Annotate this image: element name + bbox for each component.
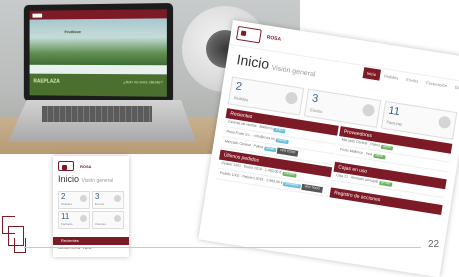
status-badge: activo bbox=[273, 127, 286, 134]
page-subtitle: Visión general bbox=[271, 64, 316, 79]
dashboard-header: ROSA bbox=[229, 20, 459, 83]
laptop-keyboard-base bbox=[8, 100, 196, 142]
section-header-recientes: Recientes bbox=[53, 237, 129, 245]
stats-grid: 2 Pedidos 3 Envíos 11 Facturas Clientes bbox=[58, 191, 124, 229]
stat-value: 2 bbox=[234, 80, 243, 94]
user-icon bbox=[114, 215, 121, 222]
stat-card-facturas[interactable]: 11 Facturas bbox=[58, 211, 90, 229]
stat-value: 11 bbox=[387, 104, 401, 119]
status-badge: en uso bbox=[378, 180, 393, 187]
stat-label: Pedidos bbox=[233, 95, 249, 103]
row-text: Fruits Mallorca · Inca bbox=[339, 147, 373, 157]
page-title: Inicio Visión general bbox=[58, 174, 113, 184]
status-badge: activo bbox=[263, 146, 277, 152]
status-badge: activo bbox=[372, 153, 386, 160]
nav-tab-pedidos[interactable]: Pedidos bbox=[379, 70, 403, 84]
brand-logo-icon bbox=[235, 25, 262, 44]
nav-logo bbox=[32, 13, 43, 18]
hero-title: Fruitlove bbox=[64, 29, 82, 35]
stat-value: 11 bbox=[61, 212, 70, 221]
footer-brand: RAEPLAZA bbox=[33, 78, 60, 85]
website-footer-band: RAEPLAZA ¿Aún no eres cliente? bbox=[29, 73, 167, 97]
status-badge: pendiente bbox=[283, 181, 301, 189]
stat-value: 2 bbox=[61, 192, 66, 201]
view-all-button[interactable]: VER TODO bbox=[276, 147, 299, 157]
invoice-icon bbox=[437, 115, 452, 130]
truck-icon bbox=[114, 195, 121, 202]
box-icon bbox=[80, 195, 87, 202]
website-preview: Fruitlove RAEPLAZA ¿Aún no eres cliente? bbox=[29, 9, 167, 97]
stat-label: Facturas bbox=[386, 119, 403, 127]
brand-logo-icon bbox=[58, 161, 74, 171]
truck-icon bbox=[361, 103, 376, 118]
footer-divider bbox=[24, 247, 421, 248]
keyboard-keys bbox=[42, 106, 152, 122]
dashboard-screenshot-large: ROSA Inicio Pedidos Envíos Facturación D… bbox=[198, 20, 459, 277]
nav-tab-envios[interactable]: Envíos bbox=[401, 73, 423, 87]
status-badge: activo bbox=[380, 144, 393, 151]
stat-label: Facturas bbox=[61, 222, 73, 226]
box-icon bbox=[284, 91, 299, 106]
stat-label: Clientes bbox=[95, 222, 106, 226]
stat-label: Envíos bbox=[95, 202, 105, 206]
page-subtitle: Visión general bbox=[81, 178, 114, 184]
status-badge: cliente bbox=[275, 137, 289, 144]
stat-label: Pedidos bbox=[61, 202, 72, 206]
stat-value: 3 bbox=[311, 92, 320, 106]
invoice-icon bbox=[80, 215, 87, 222]
website-hero: Fruitlove bbox=[29, 18, 167, 66]
stat-card-clientes[interactable]: Clientes bbox=[92, 211, 124, 229]
stat-value: 3 bbox=[95, 192, 100, 201]
status-badge: enviado bbox=[281, 171, 297, 178]
stat-card-envios[interactable]: 3 Envíos bbox=[92, 191, 124, 209]
brand-name: ROSA bbox=[80, 163, 92, 169]
page-title-text: Inicio bbox=[235, 51, 271, 73]
view-all-orders-button[interactable]: VER TODO bbox=[300, 183, 324, 193]
dashboard-screenshot-small: ROSA Inicio Visión general 2 Pedidos 3 Env… bbox=[53, 156, 129, 257]
nav-tab-inicio[interactable]: Inicio bbox=[362, 67, 381, 81]
nav-tab-datos[interactable]: Datos bbox=[450, 81, 459, 95]
page-title-text: Inicio bbox=[58, 174, 80, 184]
page-number: 22 bbox=[428, 239, 440, 250]
small-header: ROSA bbox=[58, 161, 92, 171]
corner-decoration bbox=[14, 238, 26, 253]
brand-name: ROSA bbox=[266, 34, 282, 43]
laptop-screen: Fruitlove RAEPLAZA ¿Aún no eres cliente? bbox=[23, 3, 174, 103]
footer-cta: ¿Aún no eres cliente? bbox=[123, 79, 163, 85]
stat-card-pedidos[interactable]: 2 Pedidos bbox=[58, 191, 90, 209]
stat-label: Envíos bbox=[309, 107, 323, 115]
